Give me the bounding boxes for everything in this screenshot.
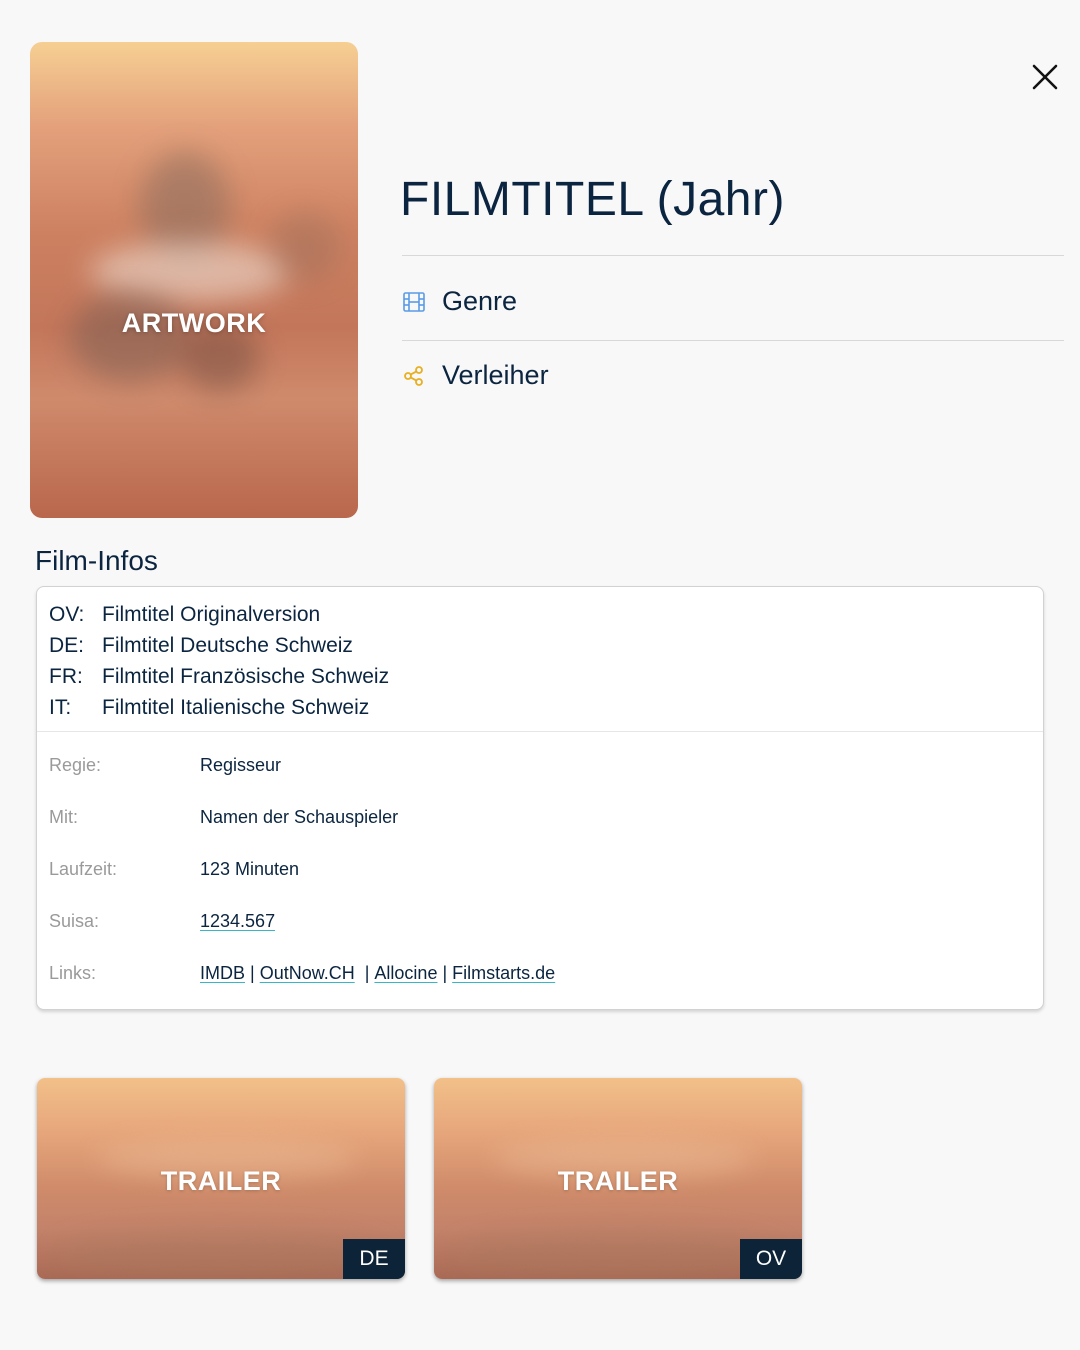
title-row-fr: FR: Filmtitel Französische Schweiz — [49, 661, 389, 692]
artwork-label: ARTWORK — [121, 308, 267, 338]
trailer-ov-button[interactable]: TRAILER OV — [434, 1078, 802, 1279]
suisa-label: Suisa: — [49, 910, 100, 931]
director-label: Regie: — [49, 754, 102, 775]
distributor-row: Verleiher — [402, 360, 549, 391]
film-title: FILMTITEL (Jahr) — [400, 173, 785, 226]
film-infos-card: OV: Filmtitel Originalversion DE: Filmti… — [36, 586, 1044, 1010]
title-divider — [402, 255, 1064, 256]
cast-label: Mit: — [49, 806, 78, 827]
artwork-poster: ARTWORK — [30, 42, 358, 518]
runtime-value: 123 Minuten — [200, 858, 300, 879]
suisa-link[interactable]: 1234.567 — [200, 911, 275, 932]
title-value: Filmtitel Französische Schweiz — [102, 664, 390, 688]
genre-row: Genre — [402, 286, 517, 317]
filmstarts-link[interactable]: Filmstarts.de — [452, 963, 555, 983]
director-value: Regisseur — [200, 754, 282, 775]
runtime-row: Laufzeit: 123 Minuten — [49, 843, 555, 895]
link-separator: | — [442, 962, 448, 983]
imdb-link[interactable]: IMDB — [200, 963, 245, 983]
director-row: Regie: Regisseur — [49, 739, 555, 791]
links-label: Links: — [49, 962, 97, 983]
language-badge: DE — [343, 1239, 405, 1279]
outnow-link[interactable]: OutNow.CH — [260, 963, 355, 983]
details-list: Regie: Regisseur Mit: Namen der Schauspi… — [49, 739, 555, 999]
distributor-text: Verleiher — [442, 360, 549, 390]
links-list: IMDB | OutNow.CH | Allocine | Filmstarts.de — [200, 963, 555, 984]
title-key: OV: — [49, 602, 85, 626]
link-separator: | — [364, 962, 370, 983]
genre-text: Genre — [442, 286, 518, 316]
links-row: Links: IMDB | OutNow.CH | Allocine | Filmstar… — [49, 947, 555, 999]
cast-value: Namen der Schauspieler — [200, 806, 399, 827]
close-button[interactable] — [1030, 62, 1060, 92]
card-divider — [37, 731, 1043, 732]
allocine-link[interactable]: Allocine — [374, 963, 437, 983]
runtime-label: Laufzeit: — [49, 858, 118, 879]
film-icon — [402, 290, 426, 314]
close-icon[interactable] — [1030, 62, 1060, 92]
language-badge: OV — [740, 1239, 802, 1279]
cast-row: Mit: Namen der Schauspieler — [49, 791, 555, 843]
title-value: Filmtitel Originalversion — [102, 602, 321, 626]
link-separator: | — [250, 962, 255, 983]
trailer-label: TRAILER — [557, 1166, 679, 1196]
trailer-de-button[interactable]: TRAILER DE — [37, 1078, 405, 1279]
genre-divider — [402, 340, 1064, 341]
title-key: DE: — [49, 633, 85, 657]
trailer-label: TRAILER — [160, 1166, 282, 1196]
film-infos-heading: Film-Infos — [35, 545, 158, 576]
title-key: IT: — [49, 695, 72, 719]
title-row-it: IT: Filmtitel Italienische Schweiz — [49, 692, 389, 723]
title-row-de: DE: Filmtitel Deutsche Schweiz — [49, 630, 389, 661]
title-row-ov: OV: Filmtitel Originalversion — [49, 599, 389, 630]
share-icon — [402, 364, 426, 388]
suisa-row: Suisa: 1234.567 — [49, 895, 555, 947]
titles-list: OV: Filmtitel Originalversion DE: Filmti… — [49, 599, 389, 723]
title-value: Filmtitel Italienische Schweiz — [102, 695, 370, 719]
title-value: Filmtitel Deutsche Schweiz — [102, 633, 353, 657]
title-key: FR: — [49, 664, 83, 688]
